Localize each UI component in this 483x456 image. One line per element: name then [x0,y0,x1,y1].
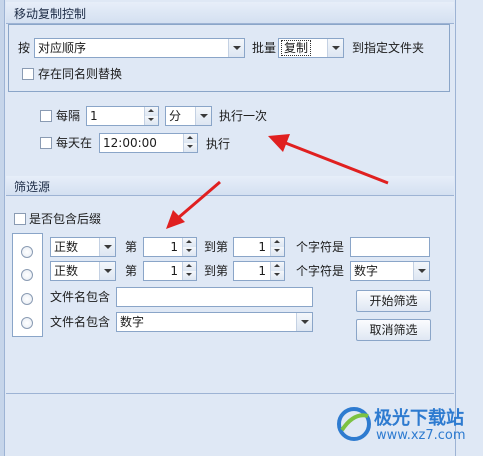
arrow-2-shaft [177,180,221,220]
logo-icon [337,407,371,441]
watermark-url: www.xz7.com [376,428,466,443]
arrow-1-shaft [282,140,389,185]
annotation-arrows [166,134,389,229]
watermark-brand: 极光下载站 [374,408,464,429]
watermark: 极光下载站 www.xz7.com [336,396,478,452]
